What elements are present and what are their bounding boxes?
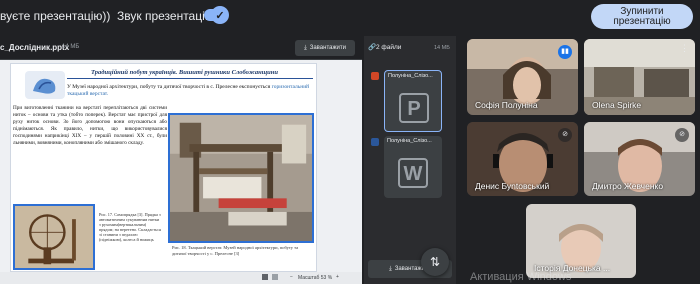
title-divider: [67, 78, 313, 79]
link-icon: 🔗: [368, 44, 377, 51]
document-filename: с_Дослідник.pptx: [0, 43, 70, 52]
download-icon: ⤓: [304, 44, 307, 51]
file-title: Полуніна_Слізо...: [388, 73, 433, 79]
files-panel: 🔗 2 файли 14 МБ Полуніна_Слізо... P Полу…: [364, 36, 456, 284]
zoom-in-icon[interactable]: +: [336, 274, 339, 280]
file-item[interactable]: Полуніна_Слізо... P: [384, 70, 442, 132]
presentation-sound-label: Звук презентації: [117, 9, 209, 23]
presenting-status-text: вуєте презентацію)): [0, 9, 111, 23]
view-mode-icon[interactable]: [262, 274, 268, 280]
document-header: с_Дослідник.pptx 14 МБ ⤓ Завантажити: [0, 36, 362, 60]
participant-tile[interactable]: ▮▮ Софія Полуніна: [467, 39, 578, 115]
files-size: 14 МБ: [434, 45, 450, 51]
check-icon: ✓: [211, 6, 229, 24]
participant-name: Дмитро Жевченко: [592, 181, 664, 191]
slide-intro: У Музеї народної архітектури, побуту та …: [67, 84, 310, 97]
document-canvas[interactable]: Традиційний побут українців. Вишиті рушн…: [0, 60, 362, 272]
loom-photo: [168, 113, 314, 243]
spinning-wheel-photo: [13, 204, 95, 270]
participant-tile[interactable]: ⊘ Дмитро Жевченко: [584, 122, 695, 196]
participant-tile[interactable]: ⊘ Денис Буntовський: [467, 122, 578, 196]
mic-muted-icon: ⊘: [675, 128, 689, 142]
speaking-indicator-icon: ▮▮: [558, 45, 572, 59]
word-badge-icon: [371, 138, 379, 146]
document-viewer: с_Дослідник.pptx 14 МБ ⤓ Завантажити Тра…: [0, 36, 362, 284]
download-icon: ⤓: [389, 265, 392, 272]
spinning-wheel-caption: Рис. 17. Самопрядка [3]. Прядка з автома…: [99, 212, 161, 242]
powerpoint-icon: P: [399, 93, 429, 123]
loom-caption: Рис. 18. Ткацький верстат. Музей народно…: [172, 245, 299, 256]
word-icon: W: [398, 158, 428, 188]
powerpoint-badge-icon: [371, 72, 379, 80]
zoom-level: Масштаб 53 %: [298, 275, 333, 281]
file-title: Полуніна_Слізо...: [387, 138, 432, 144]
participant-tile[interactable]: Історія Донецька ...: [526, 204, 636, 278]
windows-activation-watermark: Активация Windows: [470, 271, 572, 283]
swap-arrows-icon: ⇅: [429, 255, 441, 269]
grid-view-icon[interactable]: [272, 274, 278, 280]
participant-name: Софія Полуніна: [475, 100, 538, 110]
presentation-topbar: вуєте презентацію)) Звук презентації ✓ З…: [0, 0, 700, 34]
mic-muted-icon: ⊘: [558, 128, 572, 142]
files-header: 🔗 2 файли 14 МБ: [364, 36, 456, 60]
file-item[interactable]: Полуніна_Слізо... W: [384, 136, 442, 198]
participant-name: Денис Буntовський: [475, 181, 550, 191]
slide-page: Традиційний побут українців. Вишиті рушн…: [10, 63, 317, 272]
slide-title: Традиційний побут українців. Вишиті рушн…: [91, 69, 278, 76]
document-download-button[interactable]: ⤓ Завантажити: [295, 40, 355, 56]
slide-body-text: При виготовленні тканини на верстаті пер…: [13, 105, 167, 146]
stop-presenting-button[interactable]: Зупинити презентацію: [591, 4, 693, 29]
document-size: 14 МБ: [62, 44, 80, 50]
swap-layout-button[interactable]: ⇅: [421, 248, 449, 276]
scroll-logo-icon: [25, 71, 65, 99]
more-options-icon[interactable]: ⋮: [680, 43, 689, 54]
files-count: 2 файли: [376, 44, 402, 51]
presentation-sound-toggle[interactable]: ✓: [204, 6, 229, 24]
participant-tile[interactable]: ⋮ Olena Spirke: [584, 39, 695, 115]
zoom-out-icon[interactable]: −: [290, 274, 293, 280]
document-statusbar: − Масштаб 53 % +: [0, 272, 362, 284]
participant-name: Olena Spirke: [592, 100, 642, 110]
